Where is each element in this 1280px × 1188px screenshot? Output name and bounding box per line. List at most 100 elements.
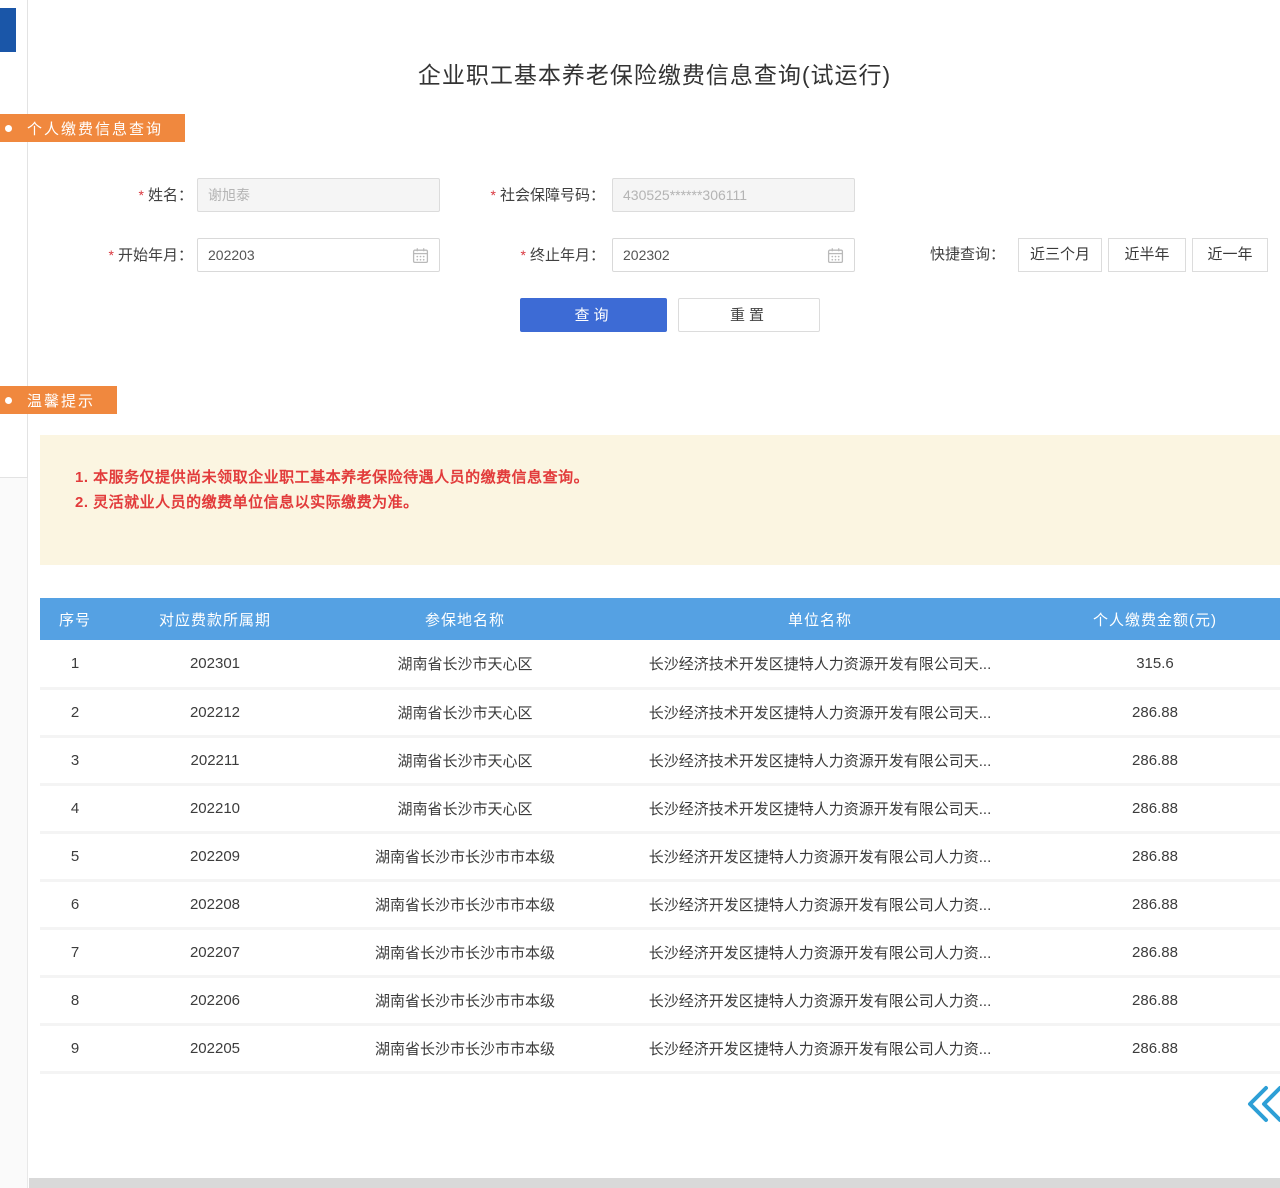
table-cell: 286.88 <box>1030 976 1280 1024</box>
table-cell: 286.88 <box>1030 1024 1280 1072</box>
table-cell: 2 <box>40 688 110 736</box>
bullet-icon <box>5 397 12 404</box>
table-cell: 286.88 <box>1030 688 1280 736</box>
ssn-field <box>623 187 844 203</box>
table-row: 8202206湖南省长沙市长沙市市本级长沙经济开发区捷特人力资源开发有限公司人力… <box>40 976 1280 1024</box>
notice-line: 1. 本服务仅提供尚未领取企业职工基本养老保险待遇人员的缴费信息查询。 <box>75 465 1260 490</box>
table-cell: 湖南省长沙市天心区 <box>320 688 610 736</box>
table-row: 4202210湖南省长沙市天心区长沙经济技术开发区捷特人力资源开发有限公司天..… <box>40 784 1280 832</box>
table-cell: 286.88 <box>1030 880 1280 928</box>
table-cell: 3 <box>40 736 110 784</box>
table-cell: 8 <box>40 976 110 1024</box>
table-cell: 5 <box>40 832 110 880</box>
required-star: * <box>491 187 496 203</box>
payment-table-body: 1202301湖南省长沙市天心区长沙经济技术开发区捷特人力资源开发有限公司天..… <box>40 640 1280 1072</box>
notice-box: 1. 本服务仅提供尚未领取企业职工基本养老保险待遇人员的缴费信息查询。 2. 灵… <box>40 435 1280 565</box>
payment-table-wrap: 序号 对应费款所属期 参保地名称 单位名称 个人缴费金额(元) 1202301湖… <box>40 598 1280 1074</box>
reset-button[interactable]: 重置 <box>678 298 820 332</box>
end-month-label: *终止年月： <box>495 238 605 272</box>
table-cell: 长沙经济技术开发区捷特人力资源开发有限公司天... <box>610 688 1030 736</box>
quick-query-label: 快捷查询： <box>930 238 1014 272</box>
table-cell: 202205 <box>110 1024 320 1072</box>
table-row: 9202205湖南省长沙市长沙市市本级长沙经济开发区捷特人力资源开发有限公司人力… <box>40 1024 1280 1072</box>
quick-query-1year-button[interactable]: 近一年 <box>1192 238 1268 272</box>
table-cell: 湖南省长沙市长沙市市本级 <box>320 1024 610 1072</box>
table-cell: 286.88 <box>1030 784 1280 832</box>
section-header-label: 个人缴费信息查询 <box>27 118 163 139</box>
table-cell: 1 <box>40 640 110 688</box>
table-cell: 202208 <box>110 880 320 928</box>
calendar-icon[interactable] <box>412 247 429 264</box>
table-row: 6202208湖南省长沙市长沙市市本级长沙经济开发区捷特人力资源开发有限公司人力… <box>40 880 1280 928</box>
double-chevron-left-icon[interactable] <box>1246 1084 1280 1124</box>
required-star: * <box>109 247 114 263</box>
table-cell: 286.88 <box>1030 736 1280 784</box>
table-cell: 湖南省长沙市天心区 <box>320 640 610 688</box>
table-cell: 长沙经济技术开发区捷特人力资源开发有限公司天... <box>610 640 1030 688</box>
table-cell: 长沙经济开发区捷特人力资源开发有限公司人力资... <box>610 880 1030 928</box>
table-cell: 286.88 <box>1030 928 1280 976</box>
bullet-icon <box>5 125 12 132</box>
section-header-label: 温馨提示 <box>27 390 95 411</box>
start-month-field-wrap[interactable] <box>197 238 440 272</box>
name-field-wrap <box>197 178 440 212</box>
table-cell: 286.88 <box>1030 832 1280 880</box>
quick-query-3months-button[interactable]: 近三个月 <box>1018 238 1102 272</box>
table-cell: 202206 <box>110 976 320 1024</box>
col-header-employer: 单位名称 <box>610 598 1030 640</box>
table-cell: 湖南省长沙市长沙市市本级 <box>320 880 610 928</box>
payment-table: 序号 对应费款所属期 参保地名称 单位名称 个人缴费金额(元) 1202301湖… <box>40 598 1280 1074</box>
page-title: 企业职工基本养老保险缴费信息查询(试运行) <box>29 56 1280 90</box>
table-cell: 湖南省长沙市长沙市市本级 <box>320 976 610 1024</box>
table-cell: 6 <box>40 880 110 928</box>
table-cell: 长沙经济技术开发区捷特人力资源开发有限公司天... <box>610 736 1030 784</box>
table-cell: 202211 <box>110 736 320 784</box>
table-header-row: 序号 对应费款所属期 参保地名称 单位名称 个人缴费金额(元) <box>40 598 1280 640</box>
section-header-personal-query: 个人缴费信息查询 <box>0 114 185 142</box>
table-cell: 202301 <box>110 640 320 688</box>
table-row: 5202209湖南省长沙市长沙市市本级长沙经济开发区捷特人力资源开发有限公司人力… <box>40 832 1280 880</box>
table-cell: 长沙经济开发区捷特人力资源开发有限公司人力资... <box>610 976 1030 1024</box>
table-cell: 湖南省长沙市长沙市市本级 <box>320 928 610 976</box>
table-cell: 202210 <box>110 784 320 832</box>
col-header-amount: 个人缴费金额(元) <box>1030 598 1280 640</box>
ssn-field-wrap <box>612 178 855 212</box>
section-header-tips: 温馨提示 <box>0 386 117 414</box>
table-cell: 9 <box>40 1024 110 1072</box>
table-cell: 4 <box>40 784 110 832</box>
table-cell: 202207 <box>110 928 320 976</box>
table-row: 2202212湖南省长沙市天心区长沙经济技术开发区捷特人力资源开发有限公司天..… <box>40 688 1280 736</box>
table-cell: 湖南省长沙市长沙市市本级 <box>320 832 610 880</box>
bottom-strip <box>29 1178 1280 1188</box>
start-month-field[interactable] <box>208 247 406 263</box>
table-cell: 长沙经济开发区捷特人力资源开发有限公司人力资... <box>610 1024 1030 1072</box>
name-label: *姓名： <box>90 178 193 212</box>
calendar-icon[interactable] <box>827 247 844 264</box>
sidebar-blue-tab <box>0 8 16 52</box>
table-row: 1202301湖南省长沙市天心区长沙经济技术开发区捷特人力资源开发有限公司天..… <box>40 640 1280 688</box>
table-cell: 长沙经济开发区捷特人力资源开发有限公司人力资... <box>610 832 1030 880</box>
notice-line: 2. 灵活就业人员的缴费单位信息以实际缴费为准。 <box>75 490 1260 515</box>
end-month-field-wrap[interactable] <box>612 238 855 272</box>
start-month-label: *开始年月： <box>80 238 193 272</box>
table-cell: 长沙经济技术开发区捷特人力资源开发有限公司天... <box>610 784 1030 832</box>
query-button[interactable]: 查询 <box>520 298 667 332</box>
table-cell: 湖南省长沙市天心区 <box>320 784 610 832</box>
table-cell: 长沙经济开发区捷特人力资源开发有限公司人力资... <box>610 928 1030 976</box>
quick-query-halfyear-button[interactable]: 近半年 <box>1108 238 1186 272</box>
ssn-label: *社会保障号码： <box>460 178 605 212</box>
table-cell: 202212 <box>110 688 320 736</box>
table-row: 7202207湖南省长沙市长沙市市本级长沙经济开发区捷特人力资源开发有限公司人力… <box>40 928 1280 976</box>
col-header-period: 对应费款所属期 <box>110 598 320 640</box>
required-star: * <box>139 187 144 203</box>
table-cell: 315.6 <box>1030 640 1280 688</box>
table-cell: 湖南省长沙市天心区 <box>320 736 610 784</box>
required-star: * <box>521 247 526 263</box>
name-field <box>208 187 429 203</box>
table-row: 3202211湖南省长沙市天心区长沙经济技术开发区捷特人力资源开发有限公司天..… <box>40 736 1280 784</box>
table-cell: 7 <box>40 928 110 976</box>
col-header-region: 参保地名称 <box>320 598 610 640</box>
col-header-index: 序号 <box>40 598 110 640</box>
end-month-field[interactable] <box>623 247 821 263</box>
table-cell: 202209 <box>110 832 320 880</box>
